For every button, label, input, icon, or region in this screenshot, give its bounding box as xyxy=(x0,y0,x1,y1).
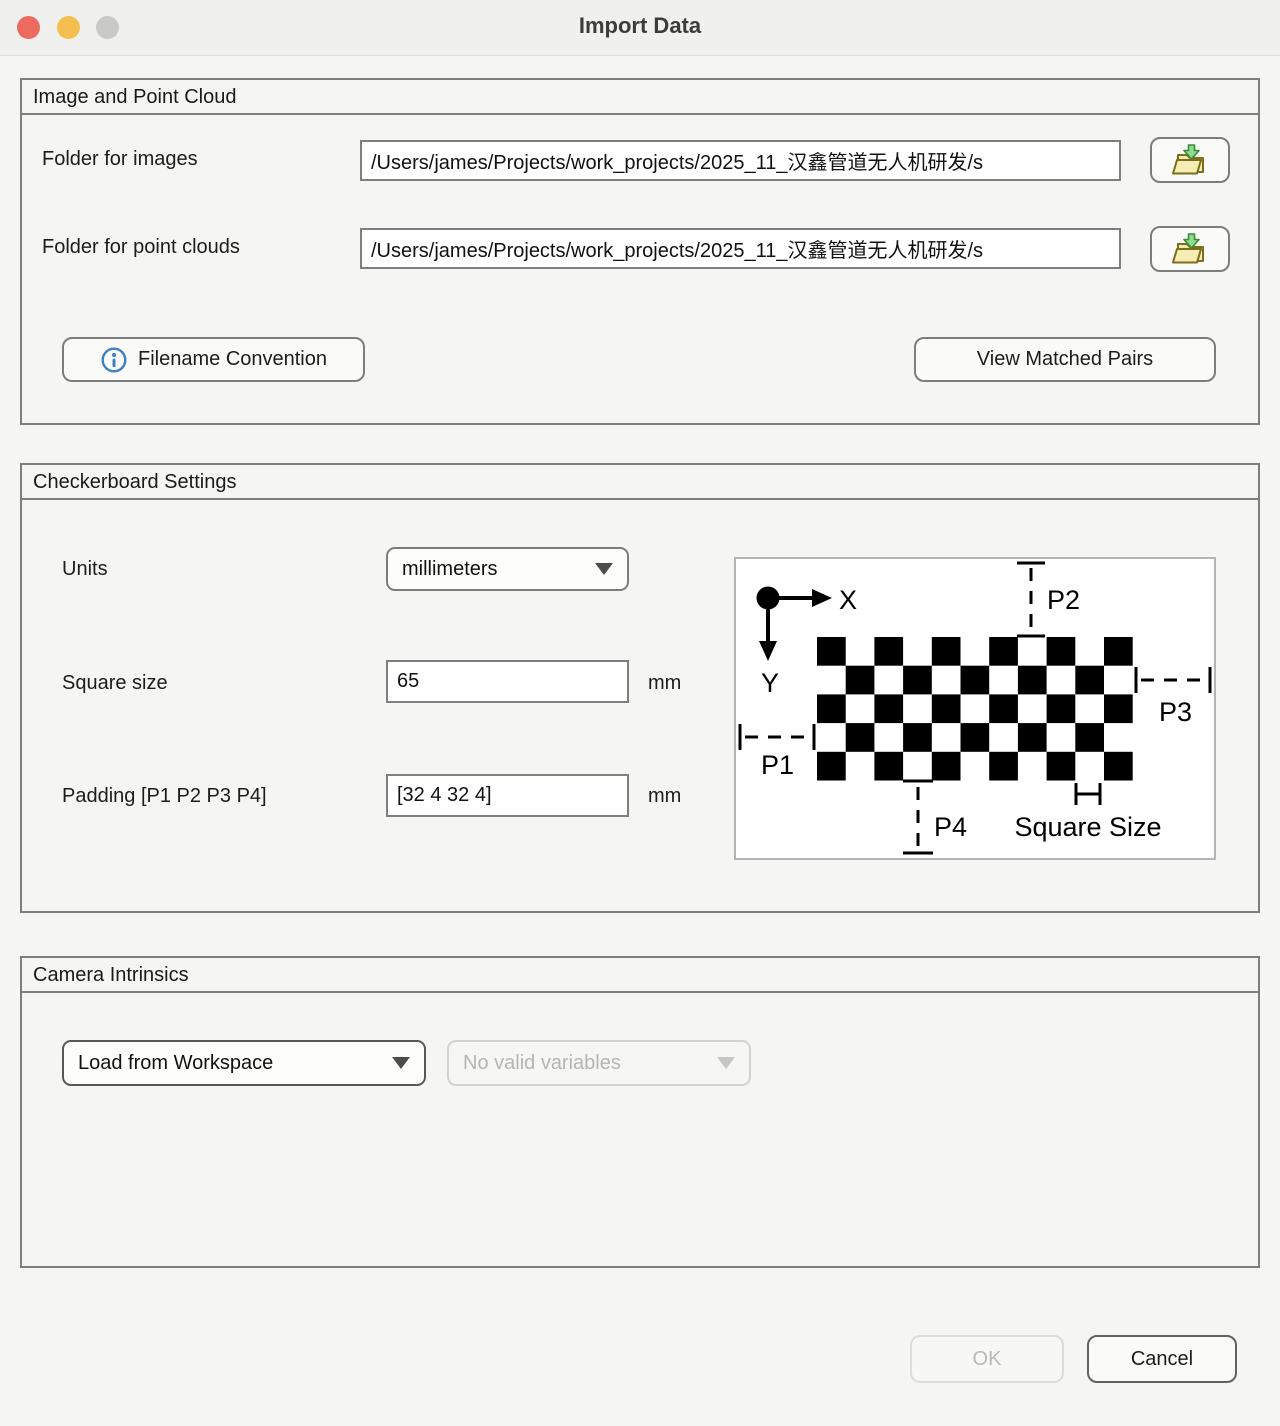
view-matched-pairs-button[interactable]: View Matched Pairs xyxy=(914,337,1216,382)
p2-label: P2 xyxy=(1047,585,1080,615)
image-point-cloud-header: Image and Point Cloud xyxy=(22,80,1258,115)
chevron-down-icon xyxy=(595,563,613,575)
open-folder-icon xyxy=(1170,142,1210,178)
cancel-button-label: Cancel xyxy=(1131,1348,1193,1371)
square-size-label: Square size xyxy=(62,672,168,695)
folder-pointclouds-label: Folder for point clouds xyxy=(42,236,240,259)
checkerboard-diagram-svg: X Y P2 P3 P1 P4 xyxy=(736,559,1214,858)
folder-images-label: Folder for images xyxy=(42,148,198,171)
p1-padding-marker xyxy=(740,724,814,750)
units-label: Units xyxy=(62,558,108,581)
ok-button[interactable]: OK xyxy=(910,1335,1064,1383)
y-axis-label: Y xyxy=(761,668,779,698)
open-folder-icon xyxy=(1170,231,1210,267)
intrinsics-source-dropdown[interactable]: Load from Workspace xyxy=(62,1040,426,1086)
square-size-diagram-label: Square Size xyxy=(1014,812,1161,842)
p4-padding-marker xyxy=(903,781,933,853)
units-dropdown[interactable]: millimeters xyxy=(386,547,629,591)
intrinsics-variables-dropdown[interactable]: No valid variables xyxy=(447,1040,751,1086)
p4-label: P4 xyxy=(934,812,967,842)
p2-padding-marker xyxy=(1017,563,1045,636)
folder-pointclouds-input[interactable] xyxy=(360,228,1121,269)
checkerboard-settings-header: Checkerboard Settings xyxy=(22,465,1258,500)
filename-convention-label: Filename Convention xyxy=(138,348,327,371)
folder-images-input[interactable] xyxy=(360,140,1121,181)
cancel-button[interactable]: Cancel xyxy=(1087,1335,1237,1383)
filename-convention-button[interactable]: Filename Convention xyxy=(62,337,365,382)
padding-unit-label: mm xyxy=(648,785,681,808)
chevron-down-icon xyxy=(717,1057,735,1069)
camera-intrinsics-header: Camera Intrinsics xyxy=(22,958,1258,993)
chevron-down-icon xyxy=(392,1057,410,1069)
square-size-bracket xyxy=(1076,783,1100,805)
x-axis-arrow-icon xyxy=(812,589,832,607)
window-title: Import Data xyxy=(0,13,1280,39)
camera-intrinsics-group: Camera Intrinsics xyxy=(20,956,1260,1268)
titlebar: Import Data xyxy=(0,0,1280,56)
intrinsics-source-value: Load from Workspace xyxy=(78,1052,392,1075)
ok-button-label: OK xyxy=(973,1348,1002,1371)
checkerboard-diagram: X Y P2 P3 P1 P4 xyxy=(734,557,1216,860)
p3-label: P3 xyxy=(1159,697,1192,727)
padding-input[interactable] xyxy=(386,774,629,817)
p1-label: P1 xyxy=(761,750,794,780)
y-axis-arrow-icon xyxy=(759,641,777,661)
browse-pointclouds-button[interactable] xyxy=(1150,226,1230,272)
view-matched-pairs-label: View Matched Pairs xyxy=(977,348,1153,371)
browse-images-button[interactable] xyxy=(1150,137,1230,183)
info-icon xyxy=(100,346,128,374)
units-dropdown-value: millimeters xyxy=(402,558,595,581)
padding-label: Padding [P1 P2 P3 P4] xyxy=(62,785,267,808)
checkerboard-pattern xyxy=(817,637,1133,781)
square-size-input[interactable] xyxy=(386,660,629,703)
intrinsics-variables-value: No valid variables xyxy=(463,1052,717,1075)
p3-padding-marker xyxy=(1136,667,1210,693)
square-size-unit-label: mm xyxy=(648,672,681,695)
x-axis-label: X xyxy=(839,585,857,615)
